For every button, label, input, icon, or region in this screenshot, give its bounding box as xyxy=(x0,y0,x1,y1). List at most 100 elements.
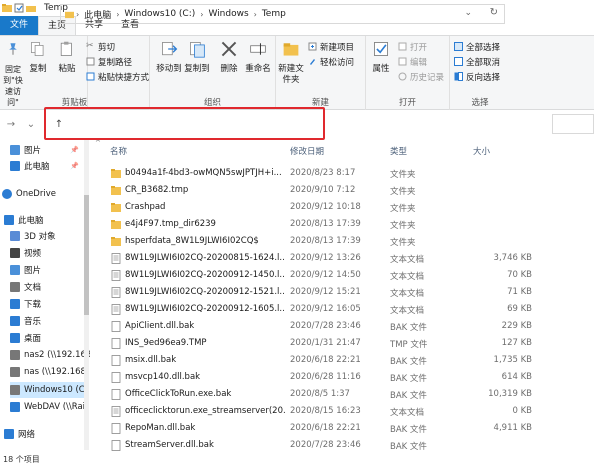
move-to-button[interactable]: 移动到 xyxy=(156,40,182,75)
file-row[interactable]: hsperfdata_8W1L9JLWI6I02CQ$ 2020/8/13 17:… xyxy=(95,233,594,250)
nav-item-label: 音乐 xyxy=(24,317,42,327)
rename-icon xyxy=(250,43,266,55)
column-modified[interactable]: 修改日期 xyxy=(290,145,324,157)
file-row[interactable]: msix.dll.bak 2020/6/18 22:21 BAK 文件 1,735 K… xyxy=(95,352,594,369)
file-row[interactable]: msvcp140.dll.bak 2020/6/28 11:16 BAK 文件 614… xyxy=(95,369,594,386)
invert-selection-button[interactable]: 反向选择 xyxy=(454,70,500,83)
file-row[interactable]: ApiClient.dll.bak 2020/7/28 23:46 BAK 文件 22… xyxy=(95,318,594,335)
properties-button[interactable]: 属性 xyxy=(370,40,392,75)
column-type[interactable]: 类型 xyxy=(390,145,407,157)
open-button[interactable]: 打开 xyxy=(398,40,427,53)
file-row[interactable]: 8W1L9JLWI6I02CQ-20200912-1450.l... 2020/9… xyxy=(95,267,594,284)
text-document-icon xyxy=(111,304,121,315)
nav-item-windows10-drive[interactable]: Windows10 (C: xyxy=(10,382,88,398)
history-button[interactable]: 历史记录 xyxy=(398,70,444,83)
file-row[interactable]: RepoMan.dll.bak 2020/6/18 22:21 BAK 文件 4,91… xyxy=(95,420,594,437)
new-item-label: 新建项目 xyxy=(320,42,355,53)
status-bar: 18 个项目 xyxy=(3,455,40,464)
nav-item-this-pc[interactable]: 此电脑 xyxy=(4,212,84,228)
delete-button[interactable]: 删除 xyxy=(218,40,240,75)
nav-item-onedrive[interactable]: OneDrive xyxy=(2,186,84,202)
breadcrumb-separator[interactable]: › xyxy=(114,10,121,19)
nav-item-pictures[interactable]: 图片 📌 xyxy=(10,142,84,158)
file-modified: 2020/1/31 21:47 xyxy=(290,338,361,348)
file-row[interactable]: OfficeClickToRun.exe.bak 2020/8/5 1:37 BAK… xyxy=(95,386,594,403)
file-row[interactable]: StreamServer.dll.bak 2020/7/28 23:46 BAK 文… xyxy=(95,437,594,454)
select-all-button[interactable]: 全部选择 xyxy=(454,40,500,53)
breadcrumb-this-pc[interactable]: 此电脑 xyxy=(81,8,114,21)
nav-item-label: Windows10 (C: xyxy=(24,385,88,395)
file-row[interactable]: Crashpad 2020/9/12 10:18 文件夹 xyxy=(95,199,594,216)
nav-item-documents[interactable]: 文档 xyxy=(10,279,84,295)
new-folder-button[interactable]: 新建文件夹 xyxy=(278,40,304,86)
file-row[interactable]: 8W1L9JLWI6I02CQ-20200912-1521.l... 2020/9… xyxy=(95,284,594,301)
nav-item-label: WebDAV (\\Rai xyxy=(24,402,86,412)
address-bar[interactable]: › 此电脑 › Windows10 (C:) › Windows › Temp … xyxy=(60,4,505,24)
nav-item-3d-objects[interactable]: 3D 对象 xyxy=(10,228,84,244)
properties-label: 属性 xyxy=(372,64,390,74)
breadcrumb-separator[interactable]: › xyxy=(252,10,259,19)
file-modified: 2020/9/12 16:05 xyxy=(290,304,361,314)
address-dropdown-icon[interactable]: ⌄ xyxy=(464,8,472,18)
file-row[interactable]: officeclicktorun.exe_streamserver(20... 2… xyxy=(95,403,594,420)
file-row[interactable]: CR_B3682.tmp 2020/9/10 7:12 文件夹 xyxy=(95,182,594,199)
nav-item-network[interactable]: 网络 xyxy=(4,426,84,442)
file-row[interactable]: e4j4F97.tmp_dir6239 2020/8/13 17:39 文件夹 xyxy=(95,216,594,233)
rename-button[interactable]: 重命名 xyxy=(244,40,272,75)
file-name: 8W1L9JLWI6I02CQ-20200815-1624.l... xyxy=(125,253,285,263)
file-row[interactable]: INS_9ed96ea9.TMP 2020/1/31 21:47 TMP 文件 127… xyxy=(95,335,594,352)
properties-icon[interactable] xyxy=(14,3,24,13)
file-name: 8W1L9JLWI6I02CQ-20200912-1521.l... xyxy=(125,287,285,297)
recent-chevron-icon[interactable]: ⌄ xyxy=(24,119,38,130)
pictures-icon xyxy=(10,145,20,155)
column-name[interactable]: 名称 xyxy=(110,145,127,157)
breadcrumb-drive[interactable]: Windows10 (C:) xyxy=(121,9,198,19)
nav-item-videos[interactable]: 视频 xyxy=(10,245,84,261)
breadcrumb-windows[interactable]: Windows xyxy=(205,9,251,19)
new-folder-icon xyxy=(283,43,299,56)
refresh-icon[interactable]: ↻ xyxy=(490,7,498,18)
search-input[interactable] xyxy=(552,114,594,134)
new-folder-label: 新建文件夹 xyxy=(278,64,304,85)
select-none-button[interactable]: 全部取消 xyxy=(454,55,500,68)
easy-access-button[interactable]: 轻松访问 xyxy=(308,55,354,68)
open-label: 打开 xyxy=(410,42,428,53)
nav-item-desktop[interactable]: 桌面 xyxy=(10,330,84,346)
file-name: Crashpad xyxy=(125,202,166,212)
back-arrow-icon[interactable]: → xyxy=(4,119,18,130)
select-all-label: 全部选择 xyxy=(466,42,501,53)
file-name: hsperfdata_8W1L9JLWI6I02CQ$ xyxy=(125,236,259,246)
nav-item-nas-drive[interactable]: nas (\\192.168. xyxy=(10,364,89,380)
pictures-lib-icon xyxy=(10,265,20,275)
nav-scrollbar[interactable] xyxy=(84,140,89,450)
nav-item-downloads[interactable]: 下载 xyxy=(10,296,84,312)
new-folder-icon[interactable] xyxy=(26,3,36,13)
file-row[interactable]: 8W1L9JLWI6I02CQ-20200815-1624.l... 2020/9… xyxy=(95,250,594,267)
copy-to-button[interactable]: 复制到 xyxy=(184,40,210,75)
breadcrumb-temp[interactable]: Temp xyxy=(259,9,289,19)
open-group: 属性 打开 编辑 历史记录 打开 xyxy=(366,36,450,110)
column-size[interactable]: 大小 xyxy=(473,145,490,157)
file-name: ApiClient.dll.bak xyxy=(125,321,195,331)
file-type: 文件夹 xyxy=(390,204,416,214)
nav-item-webdav-drive[interactable]: WebDAV (\\Rai xyxy=(10,399,86,415)
nav-item-pictures-lib[interactable]: 图片 xyxy=(10,262,84,278)
file-row[interactable]: 8W1L9JLWI6I02CQ-20200912-1605.l... 2020/9… xyxy=(95,301,594,318)
breadcrumb-separator: › xyxy=(76,9,80,19)
edit-button[interactable]: 编辑 xyxy=(398,55,427,68)
nav-item-label: 视频 xyxy=(24,249,42,259)
new-item-button[interactable]: 新建项目 xyxy=(308,40,354,53)
nav-item-this-pc-quick[interactable]: 此电脑 📌 xyxy=(10,158,84,174)
file-size: 3,746 KB xyxy=(493,253,532,263)
copy-to-icon xyxy=(190,42,205,58)
nav-scrollbar-thumb[interactable] xyxy=(84,195,89,315)
file-modified: 2020/8/13 17:39 xyxy=(290,219,361,229)
nav-item-music[interactable]: 音乐 xyxy=(10,313,84,329)
tab-file[interactable]: 文件 xyxy=(0,16,39,35)
nav-item-label: 此电脑 xyxy=(18,216,44,226)
file-row[interactable]: b0494a1f-4bd3-owMQN5swJPTJH+i... 2020/8/2… xyxy=(95,165,594,182)
file-modified: 2020/7/28 23:46 xyxy=(290,440,361,450)
file-icon xyxy=(111,372,121,383)
breadcrumb-separator[interactable]: › xyxy=(198,10,205,19)
nav-item-nas2-drive[interactable]: nas2 (\\192.168 xyxy=(10,347,90,363)
